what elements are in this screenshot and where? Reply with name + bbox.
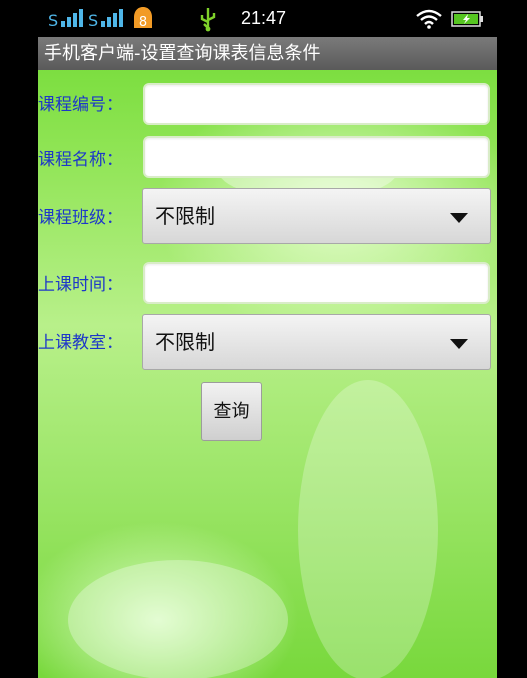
background-streak [68, 560, 288, 678]
usb-icon [198, 0, 218, 37]
signal-icon: S [48, 0, 84, 37]
background-streak [298, 380, 438, 678]
wifi-icon [416, 0, 442, 37]
course-class-selected: 不限制 [155, 204, 215, 228]
dropdown-arrow-icon [450, 339, 468, 349]
course-class-spinner[interactable]: 不限制 [142, 188, 491, 244]
svg-text:S: S [88, 11, 98, 30]
course-class-label: 课程班级： [38, 208, 123, 228]
title-bar: 手机客户端-设置查询课表信息条件 [38, 37, 497, 70]
course-number-input[interactable] [143, 83, 490, 125]
battery-charging-icon [451, 0, 485, 37]
app-screen: S S 8 21:47 手机客户端-设置查询课表信息条件 课程编号： 课程名称：… [38, 0, 497, 678]
query-button[interactable]: 查询 [201, 382, 262, 441]
classroom-label: 上课教室： [38, 333, 123, 353]
signal-icon-2: S [88, 0, 124, 37]
course-number-label: 课程编号： [38, 95, 123, 115]
classroom-spinner[interactable]: 不限制 [142, 314, 491, 370]
class-time-label: 上课时间： [38, 275, 123, 295]
course-name-input[interactable] [143, 136, 490, 178]
dropdown-arrow-icon [450, 213, 468, 223]
notification-badge-count: 8 [139, 15, 147, 30]
classroom-selected: 不限制 [155, 330, 215, 354]
class-time-input[interactable] [143, 262, 490, 304]
status-time: 21:47 [241, 8, 287, 28]
page-title: 手机客户端-设置查询课表信息条件 [44, 43, 321, 64]
svg-text:S: S [48, 11, 58, 30]
status-bar: S S 8 21:47 [38, 0, 497, 37]
course-name-label: 课程名称： [38, 150, 123, 170]
notification-badge-icon: 8 [132, 0, 154, 37]
